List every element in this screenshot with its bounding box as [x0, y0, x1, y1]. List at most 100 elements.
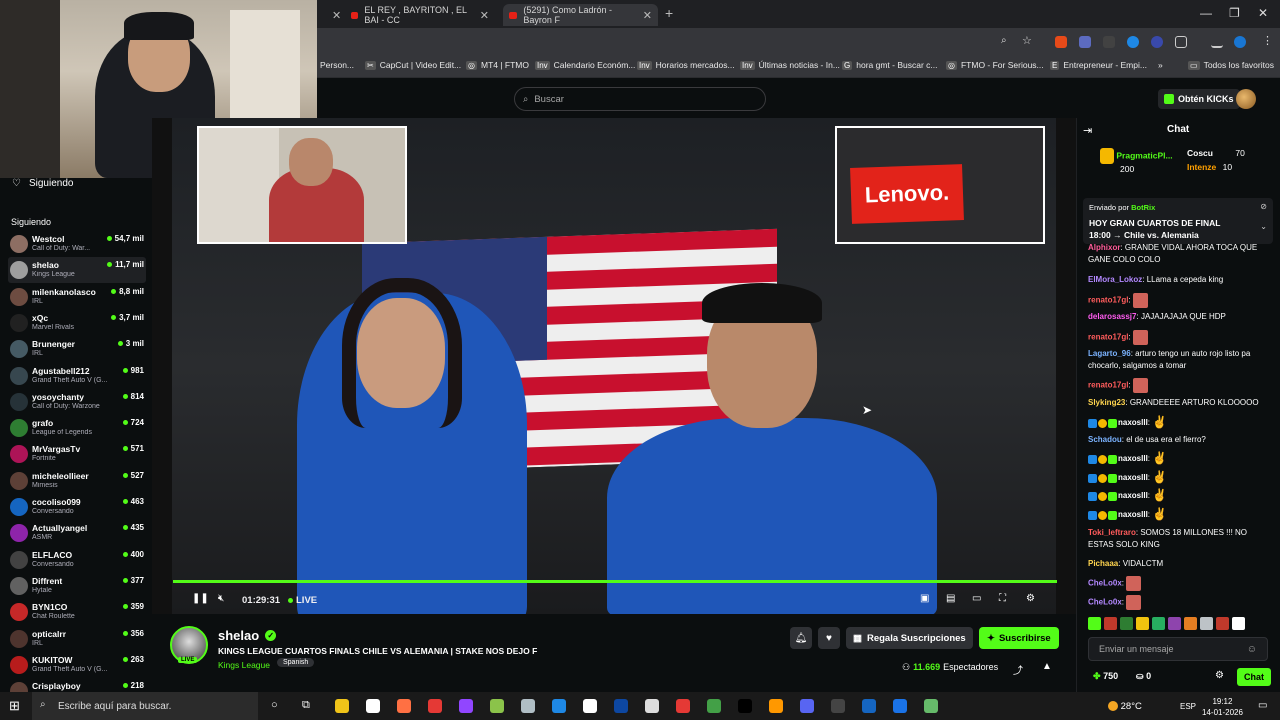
chat-message[interactable]: Lagarto_96: arturo tengo un auto rojo li…	[1088, 348, 1268, 372]
channel-points[interactable]: ✤ 750	[1093, 671, 1118, 682]
chat-message[interactable]: renato17gl:	[1088, 293, 1268, 308]
chat-message[interactable]: renato17gl:	[1088, 330, 1268, 345]
sidebar-channel[interactable]: milenkanolasco IRL 8,8 mil	[8, 284, 146, 310]
extension-icon[interactable]	[1103, 36, 1115, 48]
bookmark-ftmo[interactable]: ◎ FTMO - For Serious...	[946, 60, 1044, 70]
close-icon[interactable]: ✕	[332, 9, 341, 22]
minecraft-icon[interactable]	[707, 699, 721, 713]
bookmark-calendario[interactable]: Inv Calendario Económ...	[535, 60, 635, 70]
sidebar-channel[interactable]: Agustabell212 Grand Theft Auto V (G... 981	[8, 363, 146, 389]
emoji-icon[interactable]: ☺	[1247, 644, 1257, 655]
keyboard-language[interactable]: ESP	[1180, 702, 1196, 711]
discord-icon[interactable]	[800, 699, 814, 713]
report-icon[interactable]: ▲	[1042, 661, 1052, 672]
gift-subs-button[interactable]: ▦ Regala Suscripciones	[846, 627, 973, 649]
emote-icon[interactable]	[1200, 617, 1213, 630]
media-icon[interactable]	[1211, 36, 1223, 48]
task-view-icon[interactable]: ⧉	[302, 699, 310, 712]
leaderboard-third[interactable]: Intenze 10	[1187, 162, 1232, 172]
new-tab-button[interactable]: +	[665, 5, 673, 21]
chat-username[interactable]: renato17gl	[1088, 296, 1128, 305]
chat-message[interactable]: Slyking23: GRANDEEEE ARTURO KLOOOOO	[1088, 397, 1268, 409]
sidebar-channel[interactable]: ELFLACO Conversando 400	[8, 547, 146, 573]
app-icon[interactable]	[490, 699, 504, 713]
bookmark-hora-gmt[interactable]: Ghora gmt - Buscar c...	[842, 60, 937, 70]
pause-icon[interactable]: ❚❚	[192, 593, 209, 604]
pinned-message[interactable]: Enviado por BotRix HOY GRAN CUARTOS DE F…	[1083, 198, 1273, 244]
sidebar-channel[interactable]: cocoliso099 Conversando 463	[8, 494, 146, 520]
tiktok-icon[interactable]	[738, 699, 752, 713]
chat-message[interactable]: Alphixor: GRANDE VIDAL AHORA TOCA QUE GA…	[1088, 242, 1268, 266]
chat-username[interactable]: naxoslll	[1118, 418, 1148, 427]
following-header[interactable]: ♡ Siguiendo	[12, 178, 73, 189]
chevron-right-icon[interactable]: »	[1158, 60, 1163, 70]
chat-username[interactable]: renato17gl	[1088, 333, 1128, 342]
emote-icon[interactable]	[1168, 617, 1181, 630]
clip-icon[interactable]: ▤	[946, 593, 955, 604]
bookmark[interactable]: Person...	[320, 60, 354, 70]
chat-username[interactable]: naxoslll	[1118, 473, 1148, 482]
sidebar-channel[interactable]: BYN1CO Chat Roulette 359	[8, 599, 146, 625]
sidebar-channel[interactable]: Actuallyangel ASMR 435	[8, 520, 146, 546]
chat-message[interactable]: Schadou: el de usa era el fierro?	[1088, 434, 1268, 446]
user-avatar[interactable]	[1236, 89, 1256, 109]
office-icon[interactable]	[397, 699, 411, 713]
bookmark-noticias[interactable]: Inv Últimas noticias - In...	[740, 60, 840, 70]
emote-icon[interactable]	[1088, 617, 1101, 630]
chat-username[interactable]: renato17gl	[1088, 381, 1128, 390]
menu-icon[interactable]: ⋮	[1262, 34, 1273, 47]
chat-username[interactable]: Slyking23	[1088, 398, 1125, 407]
star-icon[interactable]: ☆	[1022, 34, 1032, 47]
sidebar-channel[interactable]: opticalrr IRL 356	[8, 626, 146, 652]
profile-icon[interactable]	[1234, 36, 1246, 48]
chat-message[interactable]: naxoslll: ✌	[1088, 489, 1268, 503]
chat-message[interactable]: CheLo0x:	[1088, 576, 1268, 591]
minimize-icon[interactable]: —	[1200, 6, 1212, 20]
sidebar-channel[interactable]: Brunenger IRL 3 mil	[8, 336, 146, 362]
sidebar-channel[interactable]: xQc Marvel Rivals 3,7 mil	[8, 310, 146, 336]
zoom-icon[interactable]: ⌕	[1001, 35, 1007, 46]
sidebar-channel[interactable]: grafo League of Legends 724	[8, 415, 146, 441]
chat-message[interactable]: ElMora_Lokoz: LLama a cepeda king	[1088, 274, 1268, 286]
chat-username[interactable]: CheLo0x	[1088, 579, 1122, 588]
get-kicks-button[interactable]: Obtén KICKs	[1158, 89, 1240, 109]
language-tag[interactable]: Spanish	[277, 658, 315, 667]
tab-el-rey[interactable]: EL REY , BAYRITON , EL BAI - CC ✕	[345, 4, 495, 26]
sidebar-channel[interactable]: MrVargasTv Fortnite 571	[8, 441, 146, 467]
bookmark-capcut[interactable]: ✂ CapCut | Video Edit...	[365, 60, 461, 70]
chat-message[interactable]: naxoslll: ✌	[1088, 508, 1268, 522]
weather[interactable]: 28°C	[1108, 701, 1142, 712]
settings-icon[interactable]	[645, 699, 659, 713]
emote-icon[interactable]	[1136, 617, 1149, 630]
notification-bell-button[interactable]: 🔔︎	[790, 627, 812, 649]
chat-username[interactable]: delarosassj7	[1088, 312, 1136, 321]
emote-icon[interactable]	[1120, 617, 1133, 630]
capcut-icon[interactable]	[583, 699, 597, 713]
tab-partial[interactable]: ✕	[320, 4, 347, 26]
opera-icon[interactable]	[676, 699, 690, 713]
pip-icon[interactable]: ▣	[920, 593, 929, 604]
bookmark-horarios[interactable]: Inv Horarios mercados...	[637, 60, 735, 70]
chat-username[interactable]: naxoslll	[1118, 510, 1148, 519]
sidebar-channel[interactable]: Diffrent Hytale 377	[8, 573, 146, 599]
unpin-icon[interactable]: ⊘	[1260, 202, 1267, 211]
chat-username[interactable]: ElMora_Lokoz	[1088, 275, 1142, 284]
file-explorer-icon[interactable]	[335, 699, 349, 713]
taskbar-search[interactable]: ⌕ Escribe aquí para buscar.	[32, 692, 258, 720]
puzzle-icon[interactable]	[1175, 36, 1187, 48]
chat-message[interactable]: naxoslll: ✌	[1088, 452, 1268, 466]
app-icon[interactable]	[428, 699, 442, 713]
leaderboard-second[interactable]: Coscu 70	[1187, 148, 1245, 158]
translate-icon[interactable]	[1079, 36, 1091, 48]
bookmark-entrepreneur[interactable]: E Entrepreneur - Empi...	[1050, 60, 1147, 70]
chat-username[interactable]: Lagarto_96	[1088, 349, 1131, 358]
bookmark-all[interactable]: ▭ Todos los favoritos	[1188, 60, 1274, 70]
chat-username[interactable]: Toki_leftraro	[1088, 528, 1136, 537]
chat-message[interactable]: naxoslll: ✌	[1088, 416, 1268, 430]
bookmark-mt4[interactable]: ◎ MT4 | FTMO	[466, 60, 529, 70]
chat-message[interactable]: CheLo0x:	[1088, 595, 1268, 610]
search-input[interactable]: ⌕ Buscar	[514, 87, 766, 111]
chat-username[interactable]: Alphixor	[1088, 243, 1120, 252]
sidebar-channel[interactable]: shelao Kings League 11,7 mil	[8, 257, 146, 284]
fullscreen-icon[interactable]: ⛶	[999, 593, 1006, 604]
